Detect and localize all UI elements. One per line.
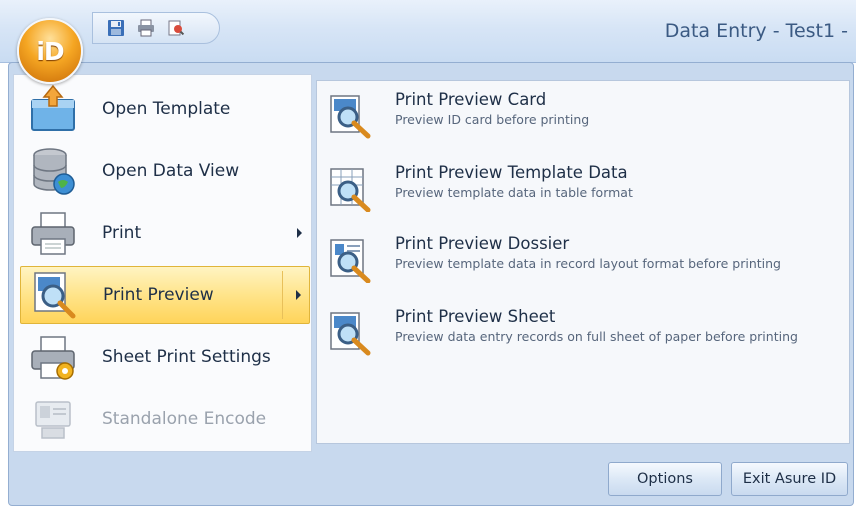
menu-item-label: Open Data View <box>102 161 240 181</box>
encode-icon <box>35 401 71 439</box>
submenu-item-description: Preview template data in table format <box>395 185 633 200</box>
submenu-item-print-preview-template-data[interactable]: Print Preview Template Data Preview temp… <box>327 162 837 212</box>
submenu-item-description: Preview template data in record layout f… <box>395 256 781 271</box>
exit-button[interactable]: Exit Asure ID <box>731 462 848 496</box>
menu-left-pane: Open Template Open Data View Print Print… <box>13 74 312 452</box>
submenu-pane: Print Preview Card Preview ID card befor… <box>316 80 850 444</box>
submenu-item-print-preview-dossier[interactable]: Print Preview Dossier Preview template d… <box>327 233 837 283</box>
split-divider <box>282 271 283 319</box>
submenu-item-description: Preview data entry records on full sheet… <box>395 329 798 344</box>
submenu-arrow-icon <box>297 228 302 238</box>
submenu-item-print-preview-sheet[interactable]: Print Preview Sheet Preview data entry r… <box>327 306 837 356</box>
options-button[interactable]: Options <box>608 462 722 496</box>
print-preview-dossier-icon <box>330 239 371 283</box>
quick-access-toolbar <box>92 12 220 44</box>
menu-item-label: Standalone Encode <box>102 409 267 429</box>
open-template-icon <box>31 84 75 131</box>
menu-item-print[interactable]: Print <box>20 204 310 262</box>
submenu-item-description: Preview ID card before printing <box>395 112 590 127</box>
menu-item-sheet-print-settings[interactable]: Sheet Print Settings <box>20 328 310 386</box>
app-logo-text: iD <box>36 36 64 66</box>
menu-item-label: Print Preview <box>103 285 214 305</box>
application-button[interactable]: iD <box>17 18 83 84</box>
print-preview-sheet-icon <box>330 312 371 356</box>
print-icon[interactable] <box>137 19 155 37</box>
submenu-item-title: Print Preview Card <box>395 90 547 109</box>
submenu-arrow-icon <box>296 290 301 300</box>
menu-item-label: Print <box>102 223 142 243</box>
print-preview-template-data-icon <box>330 168 371 212</box>
submenu-item-title: Print Preview Template Data <box>395 163 628 182</box>
menu-item-open-template[interactable]: Open Template <box>20 80 310 138</box>
menu-item-standalone-encode[interactable]: Standalone Encode <box>20 390 310 448</box>
database-icon <box>33 148 75 195</box>
title-bar: Data Entry - Test1 - <box>0 0 856 63</box>
print-preview-icon <box>34 272 76 319</box>
save-icon[interactable] <box>107 19 125 37</box>
print-preview-card-icon <box>330 95 371 139</box>
menu-item-label: Open Template <box>102 99 231 119</box>
print-preview-icon[interactable] <box>167 19 185 37</box>
menu-item-label: Sheet Print Settings <box>102 347 271 367</box>
menu-item-open-data-view[interactable]: Open Data View <box>20 142 310 200</box>
menu-item-print-preview[interactable]: Print Preview <box>20 266 310 324</box>
submenu-item-print-preview-card[interactable]: Print Preview Card Preview ID card befor… <box>327 89 837 139</box>
submenu-item-title: Print Preview Sheet <box>395 307 556 326</box>
submenu-item-title: Print Preview Dossier <box>395 234 570 253</box>
window-title: Data Entry - Test1 - <box>664 20 848 42</box>
printer-icon <box>31 212 75 255</box>
sheet-print-settings-icon <box>31 336 75 380</box>
